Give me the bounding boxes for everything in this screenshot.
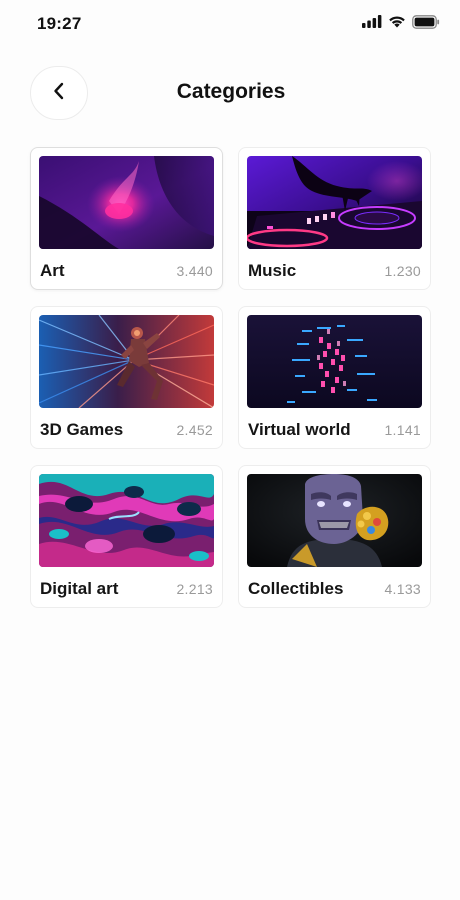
category-count: 2.213 (176, 581, 213, 597)
category-name: 3D Games (40, 420, 124, 439)
status-bar: 19:27 (0, 0, 460, 50)
card-footer: Music 1.230 (247, 261, 422, 281)
category-count: 3.440 (176, 263, 213, 279)
3d-games-thumbnail (39, 315, 214, 408)
digital-art-thumbnail (39, 474, 214, 567)
collectibles-thumbnail (247, 474, 422, 567)
category-name: Collectibles (248, 579, 344, 598)
card-footer: Virtual world 1.141 (247, 420, 422, 440)
page-title: Categories (176, 80, 286, 103)
card-footer: Art 3.440 (39, 261, 214, 281)
category-count: 4.133 (384, 581, 421, 597)
card-footer: 3D Games 2.452 (39, 420, 214, 440)
category-count: 2.452 (176, 422, 213, 438)
category-card-3d-games[interactable]: 3D Games 2.452 (30, 306, 223, 449)
category-card-virtual-world[interactable]: Virtual world 1.141 (238, 306, 431, 449)
category-card-music[interactable]: Music 1.230 (238, 147, 431, 290)
category-grid: Art 3.440 Music 1.230 3D Games 2.452 Vir… (30, 147, 431, 608)
music-thumbnail (247, 156, 422, 249)
status-time: 19:27 (37, 14, 82, 33)
battery-icon (412, 14, 440, 34)
card-footer: Digital art 2.213 (39, 579, 214, 599)
category-card-art[interactable]: Art 3.440 (30, 147, 223, 290)
header: Categories (0, 66, 460, 122)
category-name: Art (40, 261, 65, 280)
category-name: Virtual world (248, 420, 351, 439)
status-icons (362, 14, 440, 34)
category-name: Music (248, 261, 297, 280)
virtual-world-thumbnail (247, 315, 422, 408)
category-count: 1.141 (384, 422, 421, 438)
category-count: 1.230 (384, 263, 421, 279)
card-footer: Collectibles 4.133 (247, 579, 422, 599)
art-thumbnail (39, 156, 214, 249)
category-name: Digital art (40, 579, 119, 598)
category-card-digital-art[interactable]: Digital art 2.213 (30, 465, 223, 608)
category-card-collectibles[interactable]: Collectibles 4.133 (238, 465, 431, 608)
signal-icon (362, 15, 382, 33)
wifi-icon (388, 15, 406, 33)
